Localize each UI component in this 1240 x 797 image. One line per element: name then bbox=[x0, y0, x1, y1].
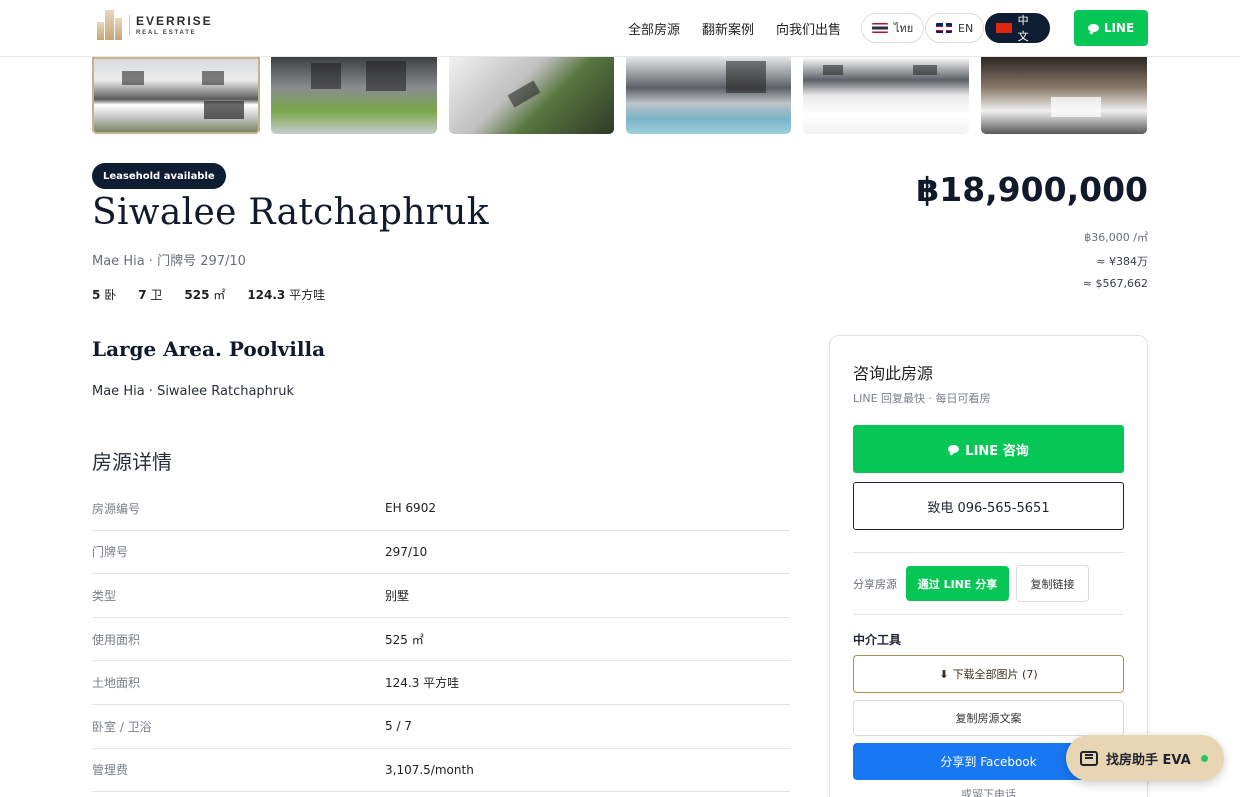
chat-icon bbox=[1080, 750, 1098, 766]
logo[interactable]: EVERRISE REAL ESTATE bbox=[97, 10, 213, 40]
agent-tools-label: 中介工具 bbox=[853, 633, 902, 647]
gallery-thumbnail[interactable] bbox=[92, 57, 260, 134]
call-button[interactable]: 致电 096-565-5651 bbox=[853, 482, 1124, 530]
divider bbox=[853, 552, 1124, 553]
listing-title: Siwalee Ratchaphruk bbox=[92, 192, 489, 233]
inquiry-card: 咨询此房源 LINE 回复最快 · 每日可看房 LINE 咨询 致电 096-5… bbox=[829, 335, 1148, 797]
bathroom-count: 7 卫 bbox=[138, 288, 163, 302]
price-cny: ≈ ¥384万 bbox=[1096, 255, 1148, 268]
chat-bubble-icon bbox=[1087, 24, 1099, 32]
share-line-button[interactable]: 通过 LINE 分享 bbox=[906, 566, 1009, 601]
download-images-button[interactable]: ⬇ 下载全部图片 (7) bbox=[853, 655, 1124, 693]
copy-link-button[interactable]: 复制链接 bbox=[1016, 565, 1089, 602]
logo-brand: EVERRISE bbox=[136, 13, 213, 28]
row-value: 124.3 平方哇 bbox=[385, 676, 460, 691]
inquiry-subtitle: LINE 回复最快 · 每日可看房 bbox=[853, 392, 991, 405]
gallery-thumbnail[interactable] bbox=[981, 57, 1147, 134]
nav-sell-to-us[interactable]: 向我们出售 bbox=[776, 19, 841, 38]
chat-bubble-icon bbox=[948, 445, 960, 453]
site-header: EVERRISE REAL ESTATE 全部房源 翻新案例 向我们出售 ไทย… bbox=[0, 0, 1240, 57]
row-value: 297/10 bbox=[385, 544, 428, 559]
uk-flag-icon bbox=[936, 23, 952, 33]
row-value: EH 6902 bbox=[385, 501, 436, 516]
table-row: 门牌号 297/10 bbox=[92, 531, 790, 575]
lang-thai-label: ไทย bbox=[894, 22, 914, 35]
price-usd: ≈ $567,662 bbox=[1082, 277, 1148, 290]
thai-flag-icon bbox=[872, 23, 888, 33]
lang-en-button[interactable]: EN bbox=[925, 13, 985, 43]
listing-price: ฿18,900,000 bbox=[916, 170, 1148, 209]
line-inquiry-label: LINE 咨询 bbox=[965, 443, 1029, 459]
table-row: 使用面积 525 ㎡ bbox=[92, 618, 790, 662]
nav-all-listings[interactable]: 全部房源 bbox=[628, 19, 680, 38]
details-table: 房源编号 EH 6902 门牌号 297/10 类型 别墅 使用面积 525 ㎡ 土地面… bbox=[92, 487, 790, 793]
row-key: 门牌号 bbox=[92, 545, 129, 560]
download-label: 下载全部图片 (7) bbox=[952, 668, 1038, 681]
row-value: 525 ㎡ bbox=[385, 632, 424, 647]
row-value: 别墅 bbox=[385, 588, 410, 603]
row-value: 5 / 7 bbox=[385, 719, 412, 734]
share-label: 分享房源 bbox=[853, 578, 897, 591]
table-row: 卧室 / 卫浴 5 / 7 bbox=[92, 705, 790, 749]
usable-area: 525 ㎡ bbox=[184, 288, 226, 302]
listing-subline: Mae Hia · Siwalee Ratchaphruk bbox=[92, 384, 295, 399]
bedroom-count: 5 卧 bbox=[92, 288, 117, 302]
row-key: 房源编号 bbox=[92, 501, 141, 516]
line-inquiry-button[interactable]: LINE 咨询 bbox=[853, 425, 1124, 473]
row-value: 3,107.5/month bbox=[385, 762, 474, 777]
row-key: 卧室 / 卫浴 bbox=[92, 719, 152, 734]
table-row: 类型 别墅 bbox=[92, 574, 790, 618]
gallery-thumbnail[interactable] bbox=[271, 57, 437, 134]
nav-renovation-cases[interactable]: 翻新案例 bbox=[702, 19, 754, 38]
leave-phone-link[interactable]: 或留下电话 bbox=[830, 786, 1147, 797]
china-flag-icon bbox=[996, 23, 1012, 33]
row-key: 管理费 bbox=[92, 763, 129, 778]
table-row: 房源编号 EH 6902 bbox=[92, 487, 790, 531]
lang-thai-button[interactable]: ไทย bbox=[861, 13, 925, 43]
lang-zh-label: 中文 bbox=[1017, 14, 1029, 43]
row-key: 类型 bbox=[92, 588, 117, 603]
land-area: 124.3 平方哇 bbox=[247, 288, 326, 302]
details-title: 房源详情 bbox=[92, 450, 172, 474]
inquiry-title: 咨询此房源 bbox=[853, 364, 934, 383]
row-key: 土地面积 bbox=[92, 676, 141, 691]
logo-sub: REAL ESTATE bbox=[136, 29, 197, 36]
assistant-label: 找房助手 EVA bbox=[1106, 752, 1191, 768]
listing-specs: 5 卧 7 卫 525 ㎡ 124.3 平方哇 bbox=[92, 286, 325, 303]
row-key: 使用面积 bbox=[92, 632, 141, 647]
gallery-thumbnail[interactable] bbox=[803, 57, 969, 134]
lang-en-label: EN bbox=[958, 21, 974, 35]
listing-headline: Large Area. Poolvilla bbox=[92, 337, 326, 361]
table-row: 管理费 3,107.5/month bbox=[92, 749, 790, 793]
lang-zh-button[interactable]: 中文 bbox=[985, 13, 1050, 43]
download-icon: ⬇ bbox=[939, 667, 949, 681]
gallery-thumbnail[interactable] bbox=[449, 57, 614, 134]
header-line-label: LINE bbox=[1103, 21, 1135, 35]
listing-address: Mae Hia · 门牌号 297/10 bbox=[92, 254, 246, 269]
table-row: 土地面积 124.3 平方哇 bbox=[92, 661, 790, 705]
online-status-dot bbox=[1200, 754, 1208, 762]
header-line-button[interactable]: LINE bbox=[1074, 10, 1148, 46]
gallery-thumbnail[interactable] bbox=[626, 57, 791, 134]
copy-listing-text-button[interactable]: 复制房源文案 bbox=[853, 700, 1124, 736]
logo-mark-icon bbox=[97, 10, 123, 40]
divider bbox=[853, 614, 1124, 615]
leasehold-badge: Leasehold available bbox=[92, 163, 226, 189]
price-per-sqm: ฿36,000 /㎡ bbox=[1084, 231, 1148, 244]
main-nav: 全部房源 翻新案例 向我们出售 bbox=[628, 19, 841, 38]
assistant-eva-button[interactable]: 找房助手 EVA bbox=[1066, 735, 1224, 781]
